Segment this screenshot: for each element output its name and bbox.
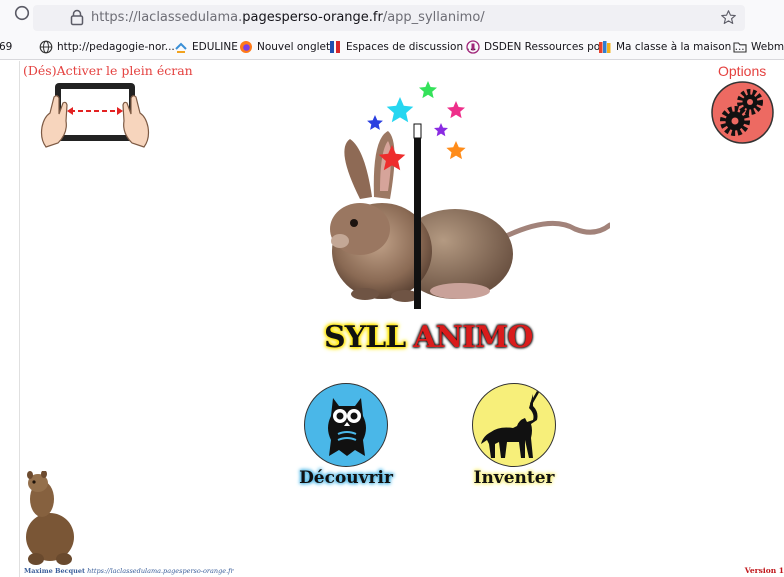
title-syll: SYLL [324,320,406,355]
owl-icon[interactable] [304,383,388,467]
bookmark-item-new-tab[interactable]: Nouvel onglet [239,38,330,56]
tracking-shield-icon[interactable] [14,5,30,21]
folder-icon [733,42,747,53]
fullscreen-toggle-icon[interactable] [40,81,150,153]
app-title: SYLL ANIMO [324,320,533,355]
bookmark-item-dsden[interactable]: DSDEN Ressources po... [466,38,610,56]
discussion-logo-icon [330,41,340,53]
inventer-button[interactable]: Inventer [454,383,574,488]
bookmark-folder-webmel[interactable]: Webme [733,38,784,56]
magic-animal-illustration [330,81,610,309]
eduline-logo-icon [175,42,187,53]
bookmarks-bar: 69 http://pedagogie-nor... EDULINE Nouve… [0,34,784,60]
lock-icon[interactable] [70,9,84,26]
bookmark-star-icon[interactable] [720,9,737,26]
bookmark-item-eduline[interactable]: EDULINE [174,38,238,56]
footer-site-link[interactable]: https://laclassedulama.pagesperso-orange… [87,567,234,575]
decouvrir-button[interactable]: Découvrir [286,383,406,488]
books-icon [599,41,611,53]
settings-gears-icon[interactable] [710,80,775,145]
firefox-icon [240,41,252,53]
browser-toolbar: https://laclassedulama.pagesperso-orange… [0,0,784,34]
unicorn-icon[interactable] [472,383,556,467]
bookmark-item-discussion[interactable]: Espaces de discussion ... [328,38,476,56]
bookmark-item-pedagogie[interactable]: http://pedagogie-nor... [39,38,175,56]
globe-icon [39,40,53,54]
title-animo: ANIMO [413,320,533,355]
app-page: (Dés)Activer le plein écran Options SYLL… [19,61,784,577]
bookmark-item-ma-classe[interactable]: Ma classe à la maison ... [598,38,745,56]
inventer-label[interactable]: Inventer [454,468,574,488]
llama-plush-image [26,471,74,565]
bookmark-item[interactable]: 69 [0,38,12,56]
address-bar[interactable]: https://laclassedulama.pagesperso-orange… [33,5,745,31]
url-text[interactable]: https://laclassedulama.pagesperso-orange… [91,10,485,25]
options-label[interactable]: Options [718,63,766,79]
version-label: Version 1 [744,566,784,575]
dsden-logo-icon [466,40,480,54]
footer-credit: Maxime Becquet https://laclassedulama.pa… [24,567,234,575]
fullscreen-label[interactable]: (Dés)Activer le plein écran [23,63,193,78]
decouvrir-label[interactable]: Découvrir [286,468,406,488]
